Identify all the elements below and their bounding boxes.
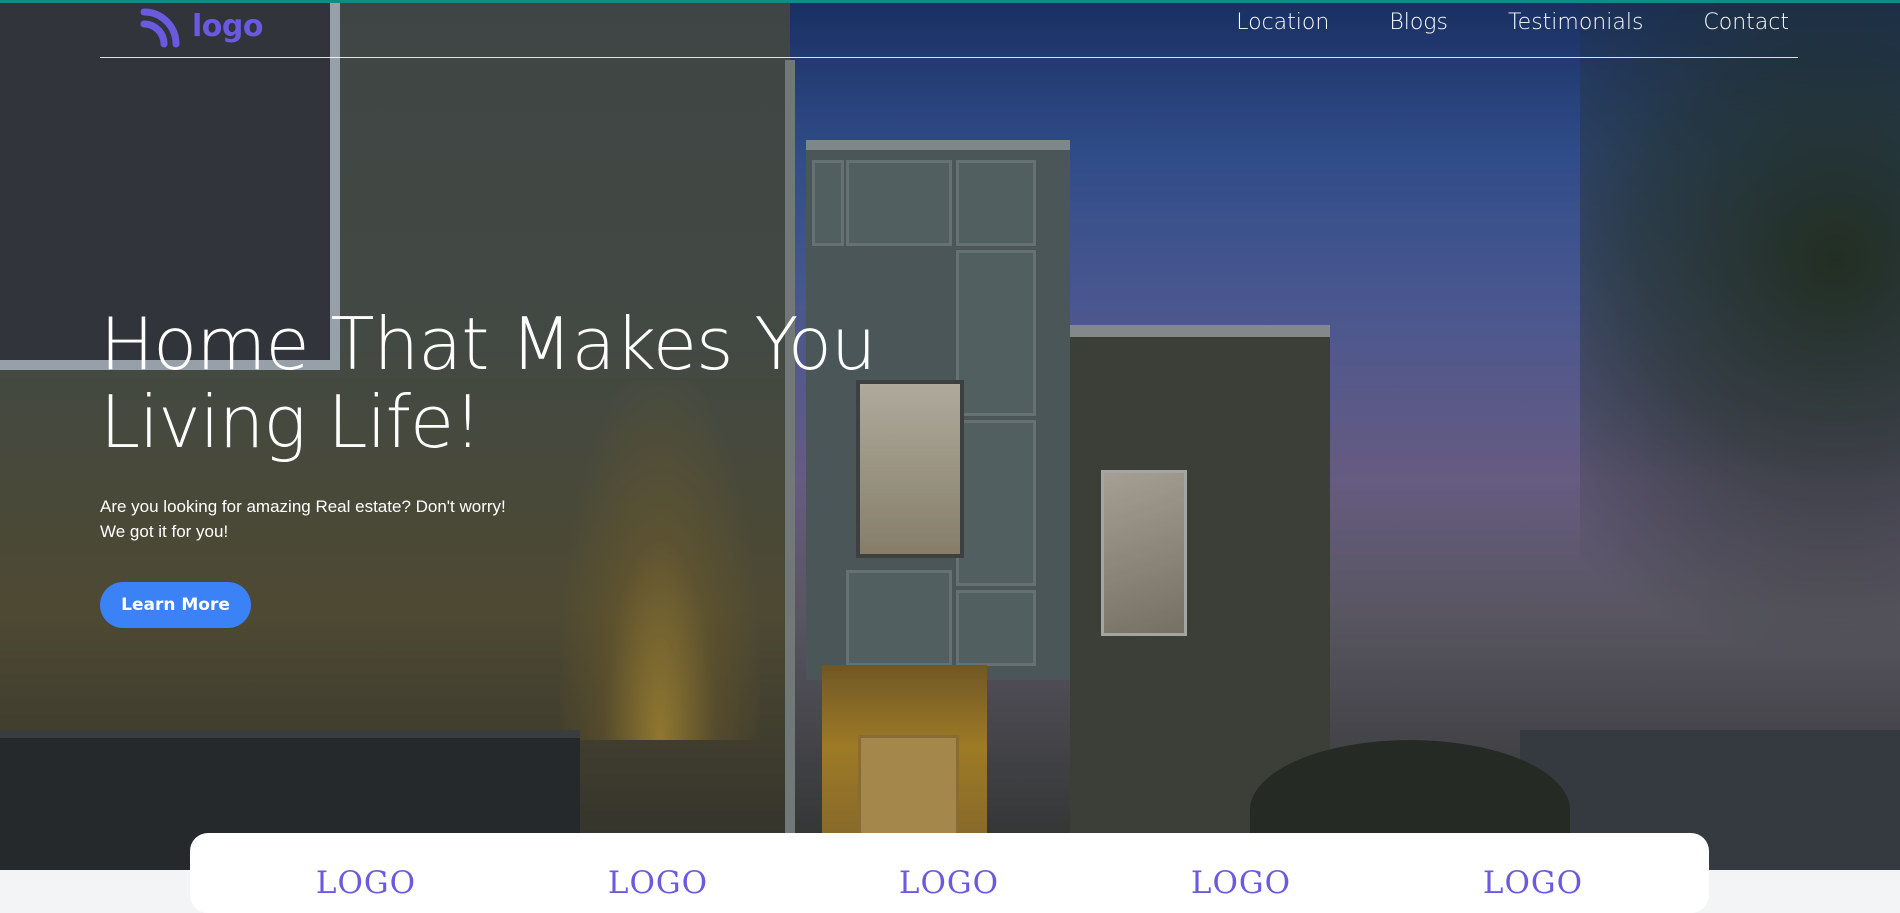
nav-location[interactable]: Location <box>1236 10 1329 35</box>
hero-subtitle-line-2: We got it for you! <box>100 522 229 541</box>
hero-title-line-1: Home That Makes You <box>100 302 877 386</box>
main-nav: Location Blogs Testimonials Contact <box>1236 10 1789 35</box>
partner-logo-3: LOGO <box>898 865 1000 901</box>
partner-logo-4: LOGO <box>1190 865 1292 901</box>
partner-logo-5: LOGO <box>1482 865 1584 901</box>
logo-text: logo <box>192 8 263 44</box>
partner-logos-strip: LOGO LOGO LOGO LOGO LOGO <box>190 833 1709 913</box>
site-logo[interactable]: logo <box>140 4 263 48</box>
hero-title-line-2: Living Life! <box>100 380 482 464</box>
hero-subtitle-line-1: Are you looking for amazing Real estate?… <box>100 497 506 516</box>
signal-arcs-icon <box>140 8 180 48</box>
hero-subtitle: Are you looking for amazing Real estate?… <box>100 494 530 544</box>
partner-logo-1: LOGO <box>315 865 417 901</box>
partner-logo-2: LOGO <box>607 865 709 901</box>
learn-more-button[interactable]: Learn More <box>100 582 251 628</box>
nav-contact[interactable]: Contact <box>1703 10 1789 35</box>
hero-title: Home That Makes You Living Life! <box>100 305 900 461</box>
site-header: logo Location Blogs Testimonials Contact <box>100 0 1798 58</box>
nav-blogs[interactable]: Blogs <box>1389 10 1448 35</box>
nav-testimonials[interactable]: Testimonials <box>1508 10 1643 35</box>
hero-section: logo Location Blogs Testimonials Contact… <box>0 0 1900 870</box>
